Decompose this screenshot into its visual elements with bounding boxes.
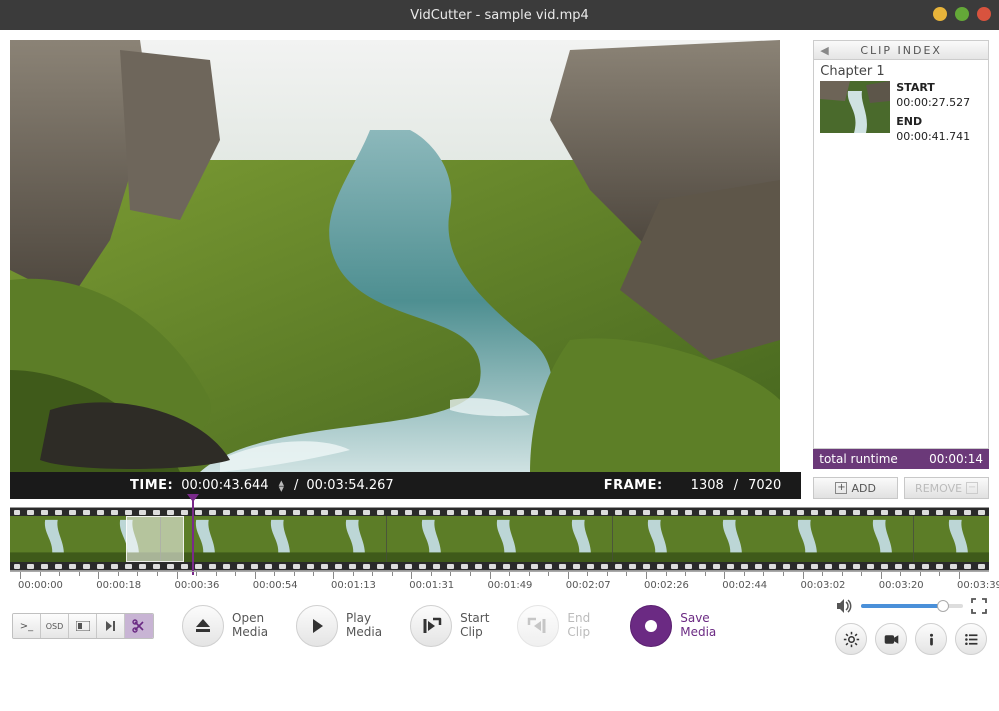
- clip-end-value: 00:00:41.741: [896, 130, 970, 145]
- fullscreen-icon[interactable]: [971, 598, 987, 614]
- playback-info-bar: TIME: 00:00:43.644 ▲▼ / 00:03:54.267 FRA…: [10, 472, 801, 499]
- clip-start-label: START: [896, 81, 970, 96]
- total-frames: 7020: [748, 478, 781, 493]
- filmstrip-frame[interactable]: [85, 516, 160, 562]
- filmstrip-frame[interactable]: [537, 516, 612, 562]
- thumbnails-icon: [76, 621, 90, 631]
- filmstrip-frame[interactable]: [387, 516, 462, 562]
- filmstrip-frame[interactable]: [914, 516, 989, 562]
- ruler-label: 00:01:13: [331, 580, 376, 591]
- clip-index-header[interactable]: ◀ CLIP INDEX: [813, 40, 989, 60]
- chapter-title: Chapter 1: [814, 60, 988, 81]
- filmstrip-frame[interactable]: [236, 516, 311, 562]
- mediainfo-button[interactable]: [875, 623, 907, 655]
- filmstrip-frame[interactable]: [763, 516, 838, 562]
- filmstrip-frame[interactable]: [838, 516, 913, 562]
- ruler-label: 00:03:02: [801, 580, 846, 591]
- info-icon: [923, 631, 940, 648]
- clip-start-value: 00:00:27.527: [896, 96, 970, 111]
- playhead[interactable]: [192, 500, 194, 575]
- end-clip-button: EndClip: [517, 605, 590, 647]
- clip-entry[interactable]: START 00:00:27.527 END 00:00:41.741: [814, 81, 988, 150]
- window-title: VidCutter - sample vid.mp4: [410, 8, 589, 23]
- minus-icon: −: [966, 482, 978, 494]
- record-icon: [640, 615, 662, 637]
- add-clip-button[interactable]: + ADD: [813, 477, 898, 499]
- ruler-label: 00:02:44: [722, 580, 767, 591]
- titlebar: VidCutter - sample vid.mp4: [0, 0, 999, 30]
- gear-icon: [843, 631, 860, 648]
- filmstrip-frame[interactable]: [688, 516, 763, 562]
- chevron-left-icon: ◀: [820, 44, 830, 57]
- ruler-label: 00:02:07: [566, 580, 611, 591]
- video-preview[interactable]: [10, 40, 780, 472]
- camera-icon: [883, 631, 900, 648]
- scissors-icon: [132, 619, 146, 633]
- clip-end-label: END: [896, 115, 970, 130]
- clip-thumbnail: [820, 81, 890, 133]
- save-media-button[interactable]: SaveMedia: [630, 605, 716, 647]
- total-runtime-value: 00:00:14: [929, 452, 983, 466]
- console-toggle[interactable]: >_: [13, 614, 41, 638]
- osd-toggle[interactable]: OSD: [41, 614, 69, 638]
- ruler-label: 00:00:18: [96, 580, 141, 591]
- menu-button[interactable]: [955, 623, 987, 655]
- keyref-button[interactable]: [915, 623, 947, 655]
- start-clip-button[interactable]: StartClip: [410, 605, 489, 647]
- volume-icon[interactable]: [835, 597, 853, 615]
- ruler-label: 00:03:39: [957, 580, 999, 591]
- filmstrip-frame[interactable]: [10, 516, 85, 562]
- smartcut-toggle[interactable]: [125, 614, 153, 638]
- ruler-label: 00:02:26: [644, 580, 689, 591]
- volume-slider[interactable]: [861, 604, 963, 608]
- remove-clip-button[interactable]: REMOVE −: [904, 477, 989, 499]
- settings-button[interactable]: [835, 623, 867, 655]
- window-maximize-button[interactable]: [955, 7, 969, 21]
- filmstrip-frame[interactable]: [311, 516, 386, 562]
- ruler-label: 00:00:00: [18, 580, 63, 591]
- filmstrip-frame[interactable]: [613, 516, 688, 562]
- window-close-button[interactable]: [977, 7, 991, 21]
- eject-icon: [193, 616, 213, 636]
- thumbnails-toggle[interactable]: [69, 614, 97, 638]
- current-time: 00:00:43.644: [181, 478, 268, 493]
- filmstrip[interactable]: [10, 507, 989, 571]
- filmstrip-frame[interactable]: [161, 516, 236, 562]
- clip-list: Chapter 1 START 00:00:27.527 END 00:00:4…: [813, 60, 989, 449]
- time-stepper[interactable]: ▲▼: [279, 480, 284, 492]
- timeline-ruler[interactable]: 00:00:00 00:00:18 00:00:36 00:00:54 00:01:13…: [10, 571, 989, 595]
- total-time: 00:03:54.267: [306, 478, 393, 493]
- total-runtime-bar: total runtime 00:00:14: [813, 449, 989, 469]
- filmstrip-frame[interactable]: [462, 516, 537, 562]
- play-media-button[interactable]: PlayMedia: [296, 605, 382, 647]
- current-frame: 1308: [691, 478, 724, 493]
- play-icon: [307, 616, 327, 636]
- plus-icon: +: [835, 482, 847, 494]
- skip-end-icon: [105, 621, 117, 631]
- frame-label: FRAME:: [604, 478, 663, 493]
- skip-end-toggle[interactable]: [97, 614, 125, 638]
- list-icon: [963, 631, 980, 648]
- toggle-group: >_ OSD: [12, 613, 154, 639]
- clip-end-icon: [527, 615, 549, 637]
- ruler-label: 00:03:20: [879, 580, 924, 591]
- ruler-label: 00:00:54: [253, 580, 298, 591]
- open-media-button[interactable]: OpenMedia: [182, 605, 268, 647]
- ruler-label: 00:01:49: [488, 580, 533, 591]
- time-label: TIME:: [130, 478, 173, 493]
- clip-start-icon: [420, 615, 442, 637]
- ruler-label: 00:01:31: [409, 580, 454, 591]
- ruler-label: 00:00:36: [175, 580, 220, 591]
- window-minimize-button[interactable]: [933, 7, 947, 21]
